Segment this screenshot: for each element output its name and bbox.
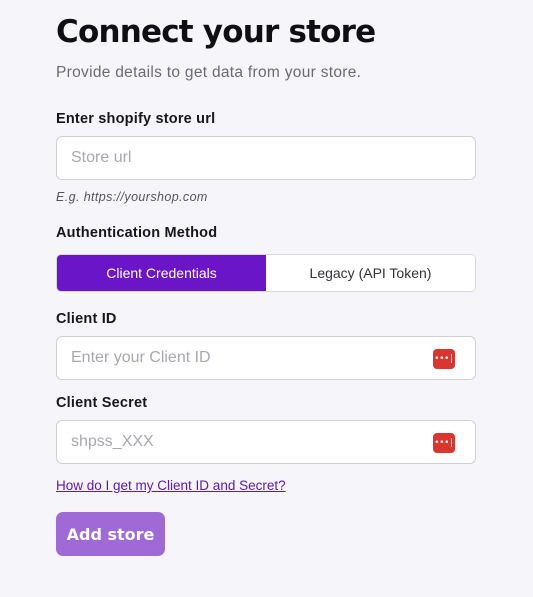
store-url-hint: E.g. https://yourshop.com [56, 190, 208, 204]
page-subtitle: Provide details to get data from your st… [56, 64, 362, 81]
auth-method-toggle: Client Credentials Legacy (API Token) [56, 254, 476, 292]
client-id-label: Client ID [56, 311, 117, 327]
client-secret-field: •••| [56, 420, 476, 464]
password-manager-icon[interactable]: •••| [433, 349, 455, 369]
connect-store-page: Connect your store Provide details to ge… [0, 0, 533, 597]
client-id-help-link[interactable]: How do I get my Client ID and Secret? [56, 478, 286, 493]
client-id-field: •••| [56, 336, 476, 380]
client-secret-input[interactable] [57, 421, 475, 463]
password-manager-icon[interactable]: •••| [433, 433, 455, 453]
store-url-field [56, 136, 476, 180]
auth-method-label: Authentication Method [56, 225, 218, 241]
client-secret-label: Client Secret [56, 395, 148, 411]
page-title: Connect your store [56, 14, 376, 50]
add-store-button[interactable]: Add store [56, 512, 165, 556]
store-url-input[interactable] [57, 137, 475, 179]
store-url-label: Enter shopify store url [56, 111, 216, 127]
auth-option-legacy-api-token[interactable]: Legacy (API Token) [266, 255, 475, 291]
auth-option-client-credentials[interactable]: Client Credentials [57, 255, 266, 291]
client-id-input[interactable] [57, 337, 475, 379]
